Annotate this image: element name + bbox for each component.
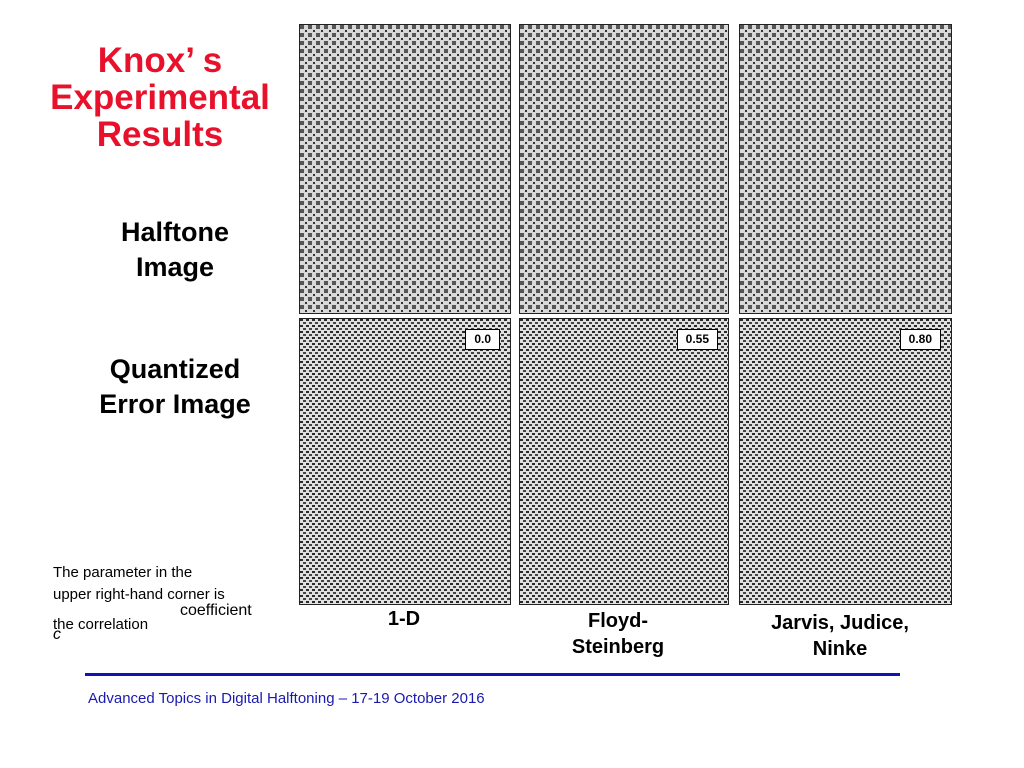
halftone-row-label: Halftone Image (75, 215, 275, 285)
noise-texture (300, 319, 510, 604)
halftone-label-line-2: Image (135, 252, 215, 282)
halftone-texture (300, 25, 510, 313)
correlation-coefficient-badge: 0.55 (676, 329, 718, 350)
column-label-1d: 1-D (354, 606, 454, 632)
title-line-2: Experimental (50, 78, 270, 117)
halftone-texture (520, 25, 728, 313)
note-coefficient-word: coefficient (180, 602, 252, 619)
quantized-label-line-2: Error Image (99, 389, 251, 419)
note-line-3: the correlation coefficient (53, 602, 293, 633)
halftone-texture (740, 25, 951, 313)
column-label-line: Ninke (812, 638, 868, 660)
column-label-floyd-steinberg: Floyd- Steinberg (548, 608, 688, 660)
halftone-image-floyd-steinberg (519, 24, 729, 314)
error-image-jarvis: 0.80 (739, 318, 952, 605)
column-label-jarvis: Jarvis, Judice, Ninke (745, 610, 935, 662)
error-image-floyd-steinberg: 0.55 (519, 318, 729, 605)
note-line-2: upper right-hand corner is (53, 586, 225, 603)
footer-divider (85, 673, 900, 676)
correlation-coefficient-badge: 0.0 (465, 329, 500, 350)
title-line-3: Results (96, 115, 224, 154)
note-line-3-text: the correlation (53, 616, 149, 633)
halftone-image-1d (299, 24, 511, 314)
footer-text: Advanced Topics in Digital Halftoning – … (88, 690, 485, 707)
title-line-1: Knox’ s (97, 41, 223, 80)
column-label-line: 1-D (387, 608, 421, 630)
correlation-note: The parameter in the upper right-hand co… (53, 562, 293, 643)
column-label-line: Floyd- (588, 610, 648, 632)
halftone-label-line-1: Halftone (121, 217, 229, 247)
noise-texture (740, 319, 951, 604)
column-label-line: Jarvis, Judice, (771, 612, 909, 634)
halftone-image-jarvis (739, 24, 952, 314)
correlation-coefficient-badge: 0.80 (899, 329, 941, 350)
slide-title: Knox’ s Experimental Results (40, 42, 280, 153)
error-image-1d: 0.0 (299, 318, 511, 605)
quantized-label-line-1: Quantized (109, 354, 241, 384)
note-line-1: The parameter in the (53, 564, 193, 581)
noise-texture (520, 319, 728, 604)
quantized-row-label: Quantized Error Image (75, 352, 275, 422)
column-label-line: Steinberg (571, 636, 665, 658)
